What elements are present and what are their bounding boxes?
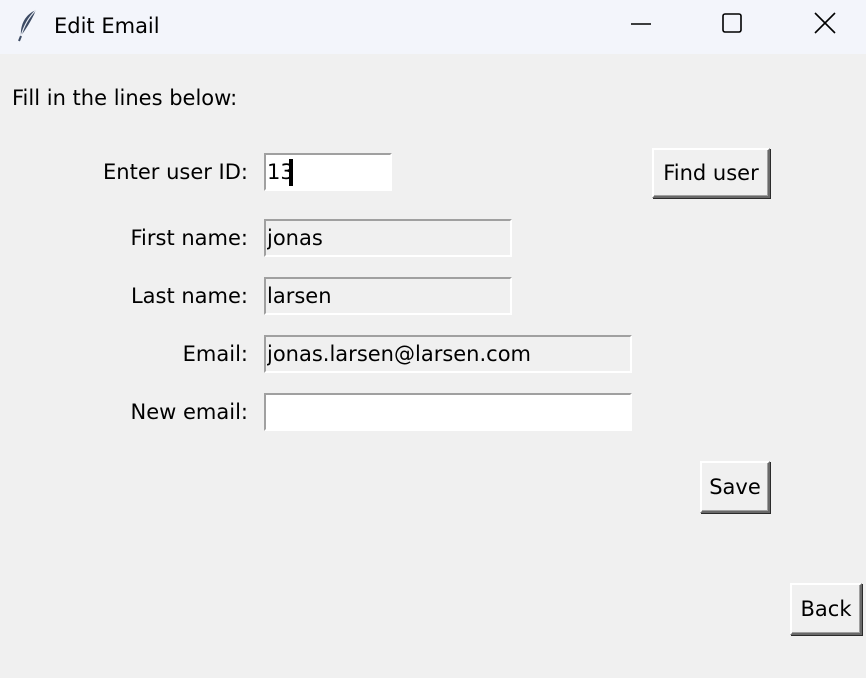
find-user-button[interactable]: Find user xyxy=(652,148,770,198)
save-button[interactable]: Save xyxy=(700,461,770,513)
instruction-label: Fill in the lines below: xyxy=(12,86,238,110)
back-button[interactable]: Back xyxy=(790,583,862,635)
new-email-input[interactable] xyxy=(264,393,632,431)
first-name-field[interactable] xyxy=(264,219,512,257)
minimize-button[interactable] xyxy=(596,0,686,48)
maximize-icon xyxy=(722,13,742,33)
text-caret xyxy=(289,159,293,186)
edit-email-window: Edit Email Fill in the lines below: Ente… xyxy=(0,0,866,678)
user-id-input[interactable] xyxy=(264,153,392,191)
first-name-label: First name: xyxy=(130,226,249,250)
email-field[interactable] xyxy=(264,335,632,373)
last-name-label: Last name: xyxy=(130,284,248,308)
maximize-button[interactable] xyxy=(686,0,776,48)
minimize-icon xyxy=(631,23,651,25)
new-email-label: New email: xyxy=(130,400,248,424)
close-icon xyxy=(814,12,836,34)
feather-icon xyxy=(16,8,40,42)
title-bar[interactable]: Edit Email xyxy=(0,0,866,54)
last-name-field[interactable] xyxy=(264,277,512,315)
close-button[interactable] xyxy=(776,0,866,48)
email-label: Email: xyxy=(182,342,248,366)
user-id-label: Enter user ID: xyxy=(103,160,248,184)
window-title: Edit Email xyxy=(54,14,160,38)
